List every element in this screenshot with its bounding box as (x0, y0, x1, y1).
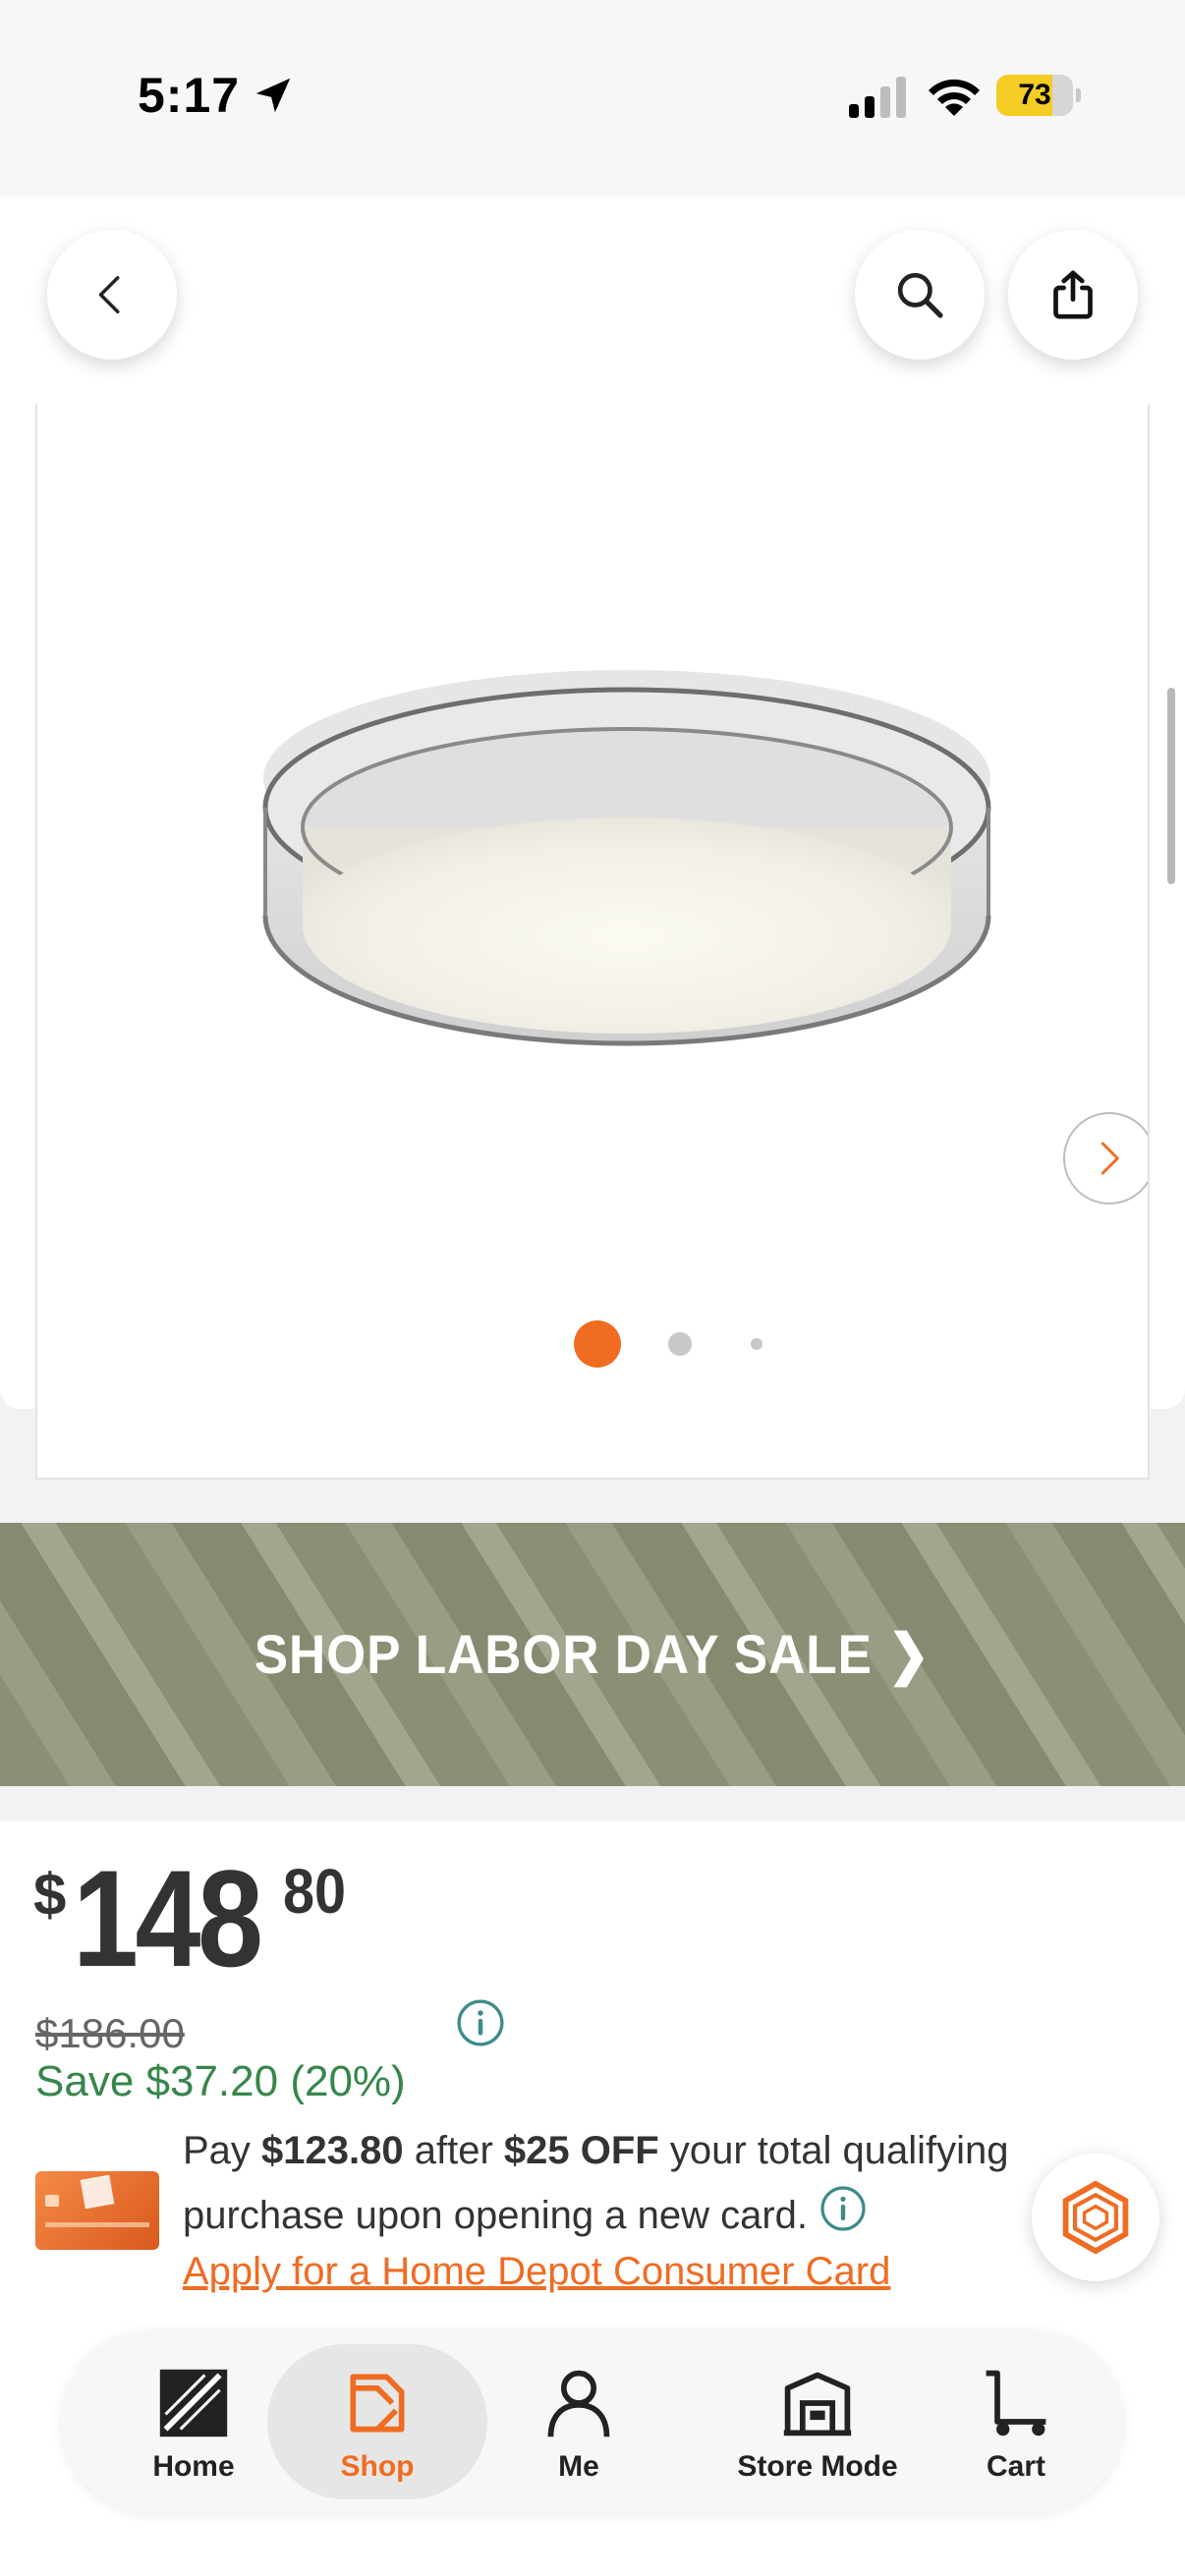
pagination-dot-active[interactable] (574, 1320, 621, 1368)
home-depot-logo-icon (154, 2364, 233, 2442)
battery-icon: 73 (996, 75, 1081, 116)
pagination-dot[interactable] (751, 1338, 762, 1350)
apply-card-link[interactable]: Apply for a Home Depot Consumer Card (183, 2250, 890, 2294)
card-offer-text: Pay $123.80 after $25 OFF your total qua… (183, 2129, 1009, 2237)
tab-shop[interactable]: Shop (267, 2330, 487, 2513)
offer-discount: $25 OFF (503, 2129, 659, 2172)
status-bar: 5:17 73 (0, 0, 1185, 196)
battery-level-text: 73 (1018, 79, 1051, 111)
tab-shop-label: Shop (340, 2450, 415, 2483)
offer-amount: $123.80 (261, 2129, 404, 2172)
wifi-icon (929, 79, 980, 116)
store-icon (778, 2364, 857, 2442)
tab-home[interactable]: Home (130, 2330, 257, 2513)
info-icon[interactable] (819, 2185, 867, 2232)
location-arrow-icon (255, 78, 291, 113)
home-depot-logo-icon (80, 2174, 115, 2210)
price-dollars: 148 (73, 1841, 263, 1995)
tab-me-label: Me (558, 2450, 599, 2483)
savings-text: Save $37.20 (20%) (35, 2057, 406, 2105)
back-icon (98, 276, 120, 313)
status-time: 5:17 (138, 68, 241, 123)
tab-store-mode[interactable]: Store Mode (680, 2330, 955, 2513)
next-image-button[interactable] (1063, 1112, 1148, 1204)
shop-icon (338, 2364, 417, 2442)
share-icon (1053, 270, 1093, 319)
search-button[interactable] (855, 230, 985, 360)
tab-me[interactable]: Me (515, 2330, 643, 2513)
card-chip-icon (45, 2195, 59, 2207)
bottom-tab-bar: Home Shop Me Store Mode Cart (61, 2330, 1124, 2513)
chat-assistant-button[interactable] (1032, 2154, 1159, 2281)
person-icon (539, 2364, 618, 2442)
share-button[interactable] (1008, 230, 1138, 360)
tab-store-mode-label: Store Mode (737, 2450, 898, 2483)
product-image (262, 670, 991, 1046)
back-button[interactable] (47, 230, 177, 360)
scrollbar-thumb[interactable] (1167, 688, 1175, 884)
tab-cart[interactable]: Cart (947, 2330, 1085, 2513)
was-price: $186.00 (35, 2010, 185, 2056)
cart-icon (977, 2364, 1055, 2442)
credit-card-image (35, 2171, 159, 2250)
pagination-dot[interactable] (668, 1332, 692, 1356)
labor-day-sale-banner[interactable]: SHOP LABOR DAY SALE ❯ (0, 1523, 1185, 1786)
product-image-card (0, 196, 1185, 1480)
price-cents: 80 (283, 1856, 347, 1927)
info-icon[interactable] (456, 1998, 505, 2047)
promo-banner-text: SHOP LABOR DAY SALE ❯ (254, 1623, 931, 1685)
price-currency: $ (33, 1862, 67, 1928)
tab-home-label: Home (152, 2450, 235, 2483)
tab-cart-label: Cart (986, 2450, 1045, 2483)
signal-icon (849, 77, 906, 118)
image-pagination-dots (0, 1316, 1185, 1372)
hexagon-assistant-icon (1062, 2180, 1129, 2255)
chevron-right-icon (1100, 1142, 1119, 1175)
search-icon (897, 272, 943, 318)
